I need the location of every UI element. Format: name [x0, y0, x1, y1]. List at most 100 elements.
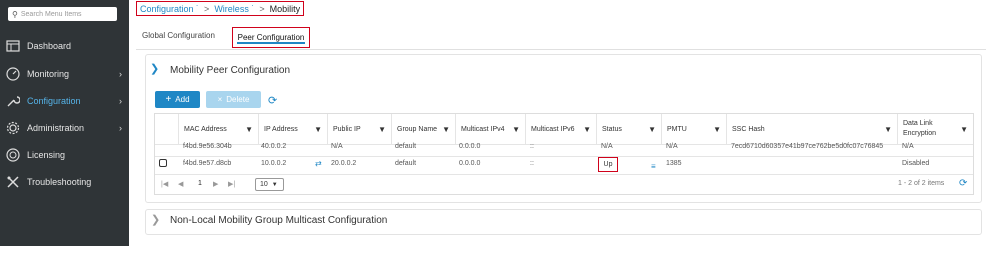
column-header-mac[interactable]: MAC Address ▼	[179, 114, 259, 144]
filter-icon[interactable]: ▼	[512, 125, 520, 134]
row-checkbox[interactable]	[159, 159, 167, 167]
sidebar-item-configuration[interactable]: Configuration ›	[0, 91, 129, 111]
cell-hash: 7ecd6710d60357e41b97ce762be5d0fc07c76845	[731, 143, 884, 150]
column-header-group[interactable]: Group Name ▼	[392, 114, 456, 144]
delete-button-label: Delete	[226, 95, 250, 104]
column-header-public-ip[interactable]: Public IP ▼	[328, 114, 392, 144]
filter-icon[interactable]: ▼	[442, 125, 450, 134]
search-icon: ⚲	[12, 9, 18, 19]
next-page-icon[interactable]: ▶	[213, 180, 218, 188]
sidebar-item-monitoring[interactable]: Monitoring ›	[0, 64, 129, 84]
pager-summary: 1 - 2 of 2 items	[898, 180, 945, 187]
column-header-mcast4[interactable]: Multicast IPv4 ▼	[456, 114, 526, 144]
filter-icon[interactable]: ▼	[960, 125, 968, 134]
refresh-icon[interactable]: ⟳	[959, 178, 967, 189]
cell-public-ip: N/A	[331, 143, 343, 150]
cell-mcast4: 0.0.0.0	[459, 143, 481, 150]
column-header-select	[155, 114, 179, 144]
chevron-down-icon[interactable]: ❯	[150, 62, 159, 75]
chevron-down-icon: ▼	[271, 181, 278, 188]
cell-public-ip: 20.0.0.2	[331, 160, 357, 167]
licensing-icon	[5, 147, 21, 163]
cell-mac: f4bd.9e56.304b	[183, 143, 232, 150]
sidebar-item-administration[interactable]: Administration ›	[0, 118, 129, 138]
filter-icon[interactable]: ▼	[648, 125, 656, 134]
filter-icon[interactable]: ▼	[884, 125, 892, 134]
cell-ip: 10.0.0.2	[261, 160, 287, 167]
active-tab-underline	[237, 42, 305, 44]
chevron-right-icon: ›	[119, 96, 122, 106]
breadcrumb-current: Mobility	[269, 3, 301, 14]
gear-icon	[5, 120, 21, 136]
list-icon[interactable]: ≡	[651, 162, 656, 171]
section-title[interactable]: Mobility Peer Configuration	[170, 65, 290, 76]
tab-label: Peer Configuration	[237, 33, 305, 42]
cell-pmtu: 1385	[666, 160, 682, 167]
page-size-select[interactable]: 10 ▼	[255, 178, 284, 191]
section2-title[interactable]: Non-Local Mobility Group Multicast Confi…	[170, 215, 387, 226]
sidebar: ⚲ Search Menu Items Dashboard Monitoring…	[0, 0, 129, 246]
filter-icon[interactable]: ▼	[314, 125, 322, 134]
breadcrumb-separator: >	[204, 3, 210, 14]
column-header-encryption[interactable]: Data Link Encryption ▼	[898, 114, 973, 144]
cell-mcast6: ::	[530, 160, 534, 167]
sidebar-item-label: Administration	[27, 123, 85, 133]
filter-icon[interactable]: ▼	[378, 125, 386, 134]
chevron-right-icon: ›	[119, 123, 122, 133]
tab-peer-configuration[interactable]: Peer Configuration	[232, 27, 310, 48]
add-button[interactable]: + Add	[155, 91, 200, 108]
cell-encryption: Disabled	[902, 160, 930, 167]
chevron-right-icon[interactable]: ❯	[151, 213, 160, 226]
cell-group: default	[395, 143, 417, 150]
row-divider	[155, 156, 973, 157]
column-header-status[interactable]: Status ▼	[597, 114, 662, 144]
delete-button[interactable]: × Delete	[206, 91, 261, 108]
plus-icon: +	[165, 94, 172, 105]
column-header-pmtu[interactable]: PMTU ▼	[662, 114, 727, 144]
sidebar-item-label: Troubleshooting	[27, 177, 92, 187]
tab-global-configuration[interactable]: Global Configuration	[142, 31, 215, 40]
row-divider	[155, 174, 973, 175]
monitoring-icon	[5, 66, 21, 82]
column-header-ssc-hash[interactable]: SSC Hash ▼	[727, 114, 898, 144]
last-page-icon[interactable]: ▶|	[228, 180, 235, 188]
filter-icon[interactable]: ▼	[583, 125, 591, 134]
dropdown-star-icon: ˙	[193, 3, 200, 14]
sidebar-item-licensing[interactable]: Licensing	[0, 145, 129, 165]
swap-icon[interactable]: ⇄	[315, 159, 322, 168]
close-icon: ×	[217, 95, 223, 104]
cell-pmtu: N/A	[666, 143, 678, 150]
filter-icon[interactable]: ▼	[713, 125, 721, 134]
sidebar-item-label: Dashboard	[27, 41, 72, 51]
search-input[interactable]: ⚲ Search Menu Items	[8, 7, 117, 21]
filter-icon[interactable]: ▼	[245, 125, 253, 134]
prev-page-icon[interactable]: ◀	[178, 180, 183, 188]
refresh-icon[interactable]: ⟳	[268, 94, 277, 107]
page-number[interactable]: 1	[198, 180, 202, 187]
add-button-label: Add	[175, 95, 190, 104]
sidebar-item-label: Monitoring	[27, 69, 70, 79]
sidebar-item-label: Configuration	[27, 96, 81, 106]
cell-ip: 40.0.0.2	[261, 143, 287, 150]
cell-mcast6: ::	[530, 143, 534, 150]
first-page-icon[interactable]: |◀	[161, 180, 168, 188]
cell-mac: f4bd.9e57.d8cb	[183, 160, 232, 167]
breadcrumb-configuration[interactable]: Configuration	[140, 4, 194, 14]
cell-encryption: N/A	[902, 143, 914, 150]
search-placeholder: Search Menu Items	[20, 10, 82, 18]
column-header-ip[interactable]: IP Address ▼	[259, 114, 328, 144]
wrench-icon	[5, 93, 21, 109]
breadcrumb: Configuration ˙ > Wireless ˙ > Mobility	[136, 1, 305, 16]
sidebar-item-dashboard[interactable]: Dashboard	[0, 36, 129, 56]
sidebar-item-troubleshooting[interactable]: Troubleshooting	[0, 172, 129, 192]
breadcrumb-wireless[interactable]: Wireless	[214, 4, 249, 14]
chevron-right-icon: ›	[119, 69, 122, 79]
cell-status: N/A	[601, 143, 613, 150]
cell-group: default	[395, 160, 417, 167]
dropdown-star-icon: ˙	[248, 3, 255, 14]
dashboard-icon	[5, 38, 21, 54]
tools-icon	[5, 174, 21, 190]
cell-mcast4: 0.0.0.0	[459, 160, 481, 167]
column-header-mcast6[interactable]: Multicast IPv6 ▼	[526, 114, 597, 144]
sidebar-item-label: Licensing	[27, 150, 66, 160]
